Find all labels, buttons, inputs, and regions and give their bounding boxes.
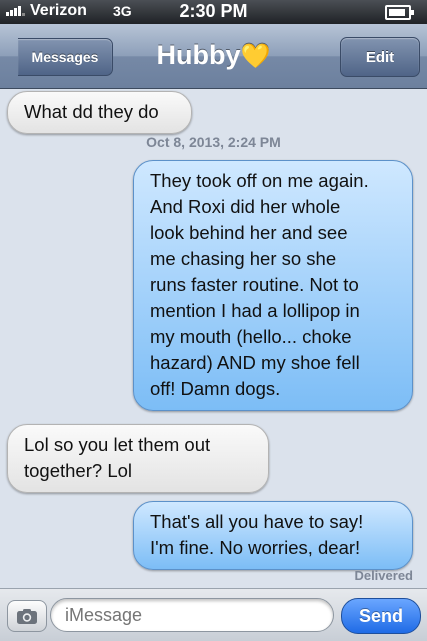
imessage-input[interactable] (50, 598, 334, 632)
camera-icon (17, 608, 37, 624)
contact-name: Hubby (156, 40, 241, 70)
navigation-bar: Messages Hubby💛 Edit (0, 24, 427, 89)
send-button-label: Send (358, 605, 403, 626)
message-line: And Roxi did her whole (150, 196, 341, 217)
outgoing-message-bubble[interactable]: They took off on me again. And Roxi did … (133, 160, 413, 411)
status-bar: Verizon 3G 2:30 PM (0, 0, 427, 24)
message-line: together? Lol (24, 460, 133, 481)
message-line: my mouth (hello... choke (150, 326, 352, 347)
camera-button[interactable] (7, 600, 47, 632)
delivered-status: Delivered (354, 568, 413, 583)
edit-button-label: Edit (365, 48, 395, 66)
battery-icon (385, 5, 414, 20)
message-line: off! Damn dogs. (150, 378, 281, 399)
message-line: look behind her and see (150, 222, 348, 243)
message-list[interactable]: What dd they do Oct 8, 2013, 2:24 PM The… (0, 89, 427, 588)
message-line: runs faster routine. Not to (150, 274, 359, 295)
message-line: me chasing her so she (150, 248, 337, 269)
status-time: 2:30 PM (179, 1, 248, 21)
message-line: That's all you have to say! (150, 511, 364, 532)
message-line: Lol so you let them out (24, 434, 211, 455)
message-line: hazard) AND my shoe fell (150, 352, 360, 373)
outgoing-message-bubble[interactable]: That's all you have to say! I'm fine. No… (133, 501, 413, 570)
send-button[interactable]: Send (341, 598, 421, 634)
message-line: What dd they do (24, 101, 159, 122)
message-line: I'm fine. No worries, dear! (150, 537, 361, 558)
message-input-bar: Send (0, 588, 427, 641)
yellow-heart-icon: 💛 (240, 43, 271, 70)
edit-button[interactable]: Edit (340, 37, 420, 77)
message-line: They took off on me again. (150, 170, 369, 191)
message-line: mention I had a lollipop in (150, 300, 360, 321)
incoming-message-bubble[interactable]: What dd they do (7, 91, 192, 134)
message-timestamp: Oct 8, 2013, 2:24 PM (146, 134, 281, 150)
incoming-message-bubble[interactable]: Lol so you let them out together? Lol (7, 424, 269, 493)
